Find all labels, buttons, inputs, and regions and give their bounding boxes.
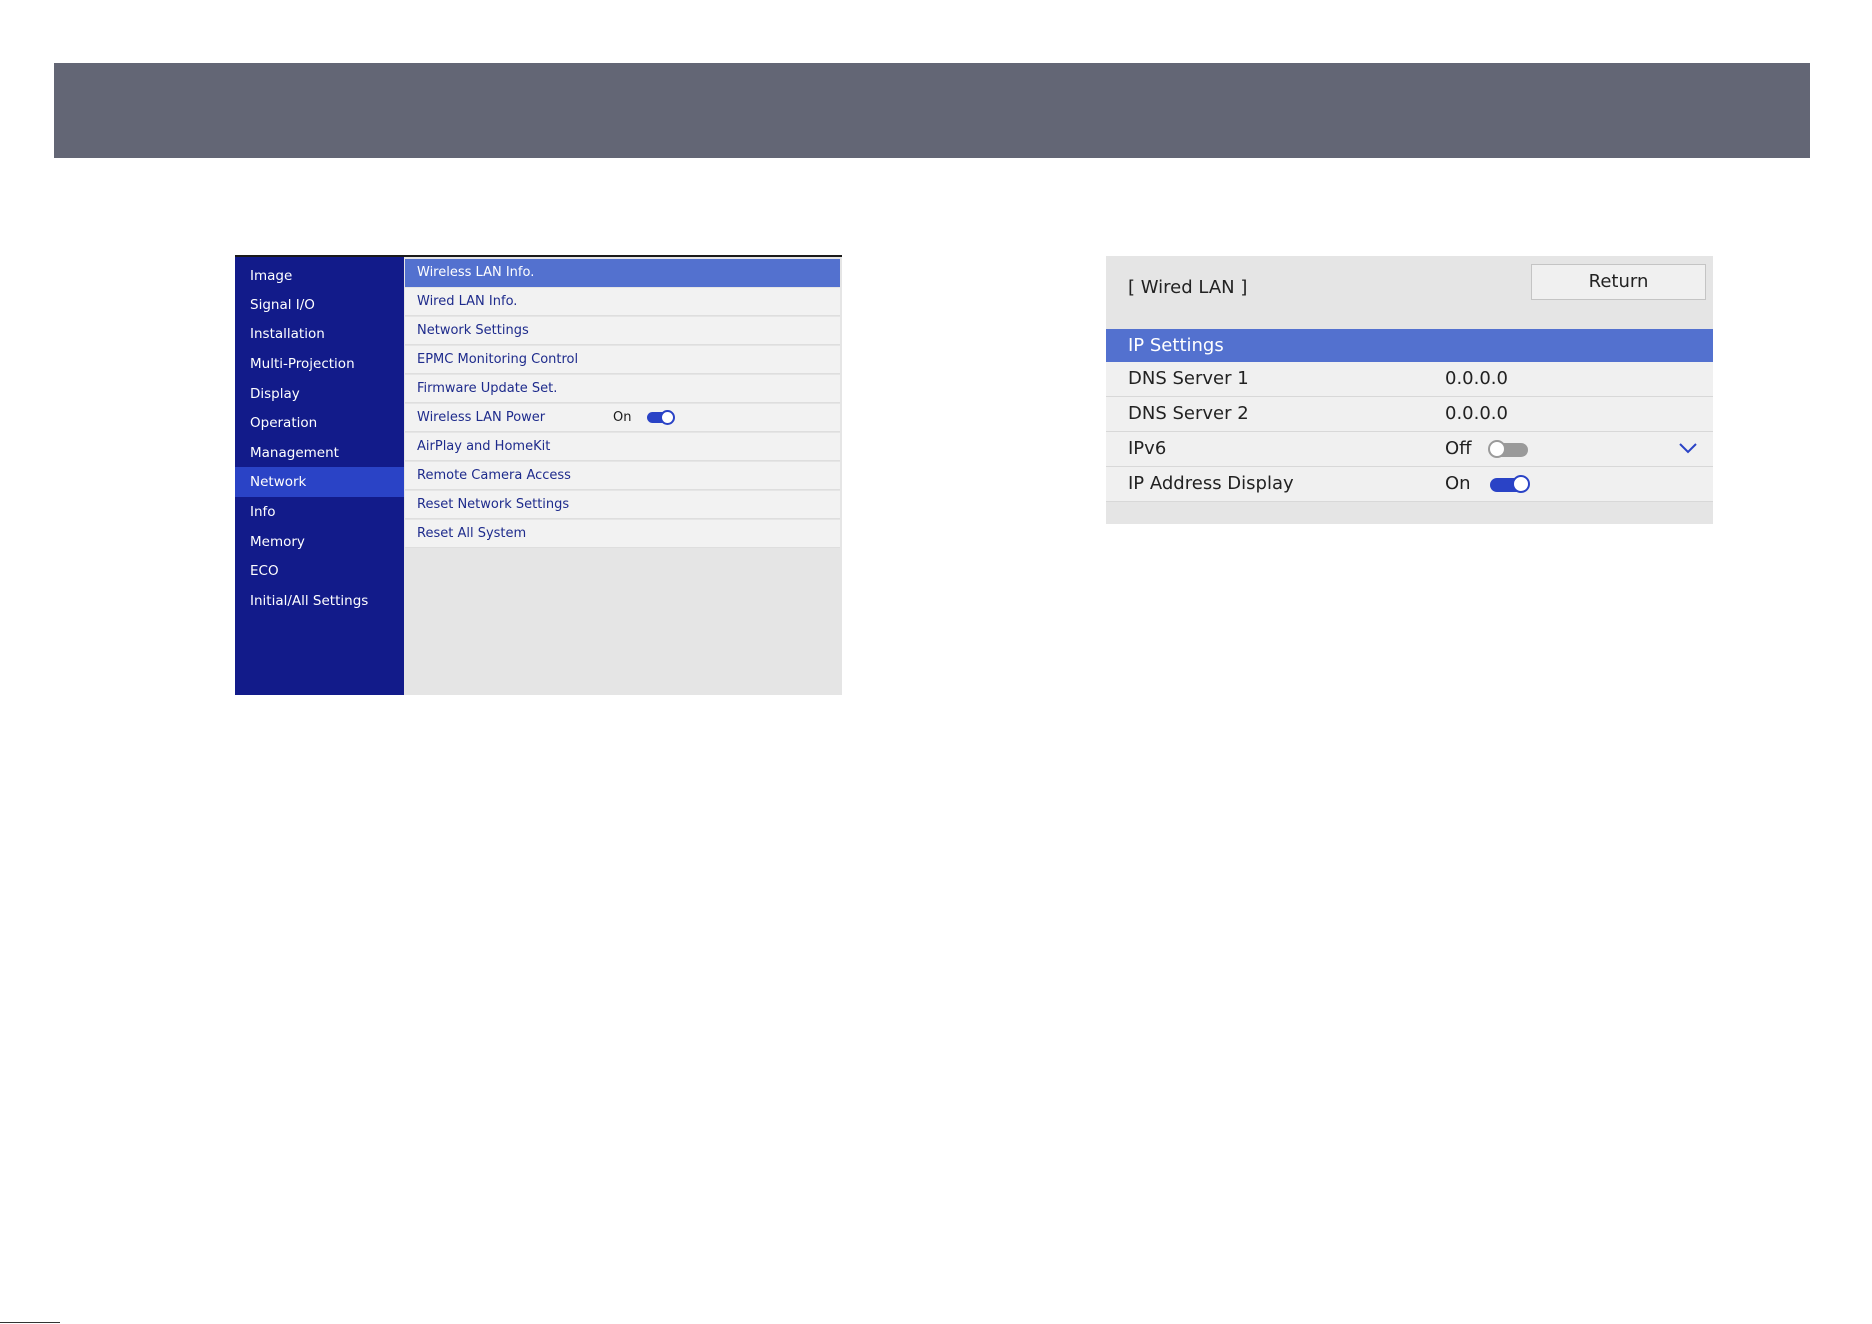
ipv6-toggle[interactable] bbox=[1488, 440, 1528, 458]
menu-item-airplay-and-homekit[interactable]: AirPlay and HomeKit bbox=[405, 433, 840, 461]
menu-item-label: Wireless LAN Info. bbox=[417, 265, 535, 280]
dns-server-1-row[interactable]: DNS Server 1 0.0.0.0 bbox=[1106, 362, 1713, 397]
menu-item-label: EPMC Monitoring Control bbox=[417, 352, 579, 367]
menu-item-label: Firmware Update Set. bbox=[417, 381, 558, 396]
sidebar-item-image[interactable]: Image bbox=[235, 261, 404, 291]
menu-item-epmc-monitoring-control[interactable]: EPMC Monitoring Control bbox=[405, 346, 840, 374]
menu-item-remote-camera-access[interactable]: Remote Camera Access bbox=[405, 462, 840, 490]
panel-title: [ Wired LAN ] bbox=[1128, 277, 1248, 298]
sidebar-item-signal-io[interactable]: Signal I/O bbox=[235, 290, 404, 320]
sidebar-item-display[interactable]: Display bbox=[235, 379, 404, 409]
ipv6-value: Off bbox=[1445, 438, 1472, 459]
menu-item-label: Network Settings bbox=[417, 323, 529, 338]
sidebar-item-memory[interactable]: Memory bbox=[235, 527, 404, 557]
menu-item-wired-lan-info[interactable]: Wired LAN Info. bbox=[405, 288, 840, 316]
toggle-knob bbox=[1488, 440, 1506, 458]
sidebar-item-network[interactable]: Network bbox=[235, 467, 404, 497]
chevron-down-icon[interactable] bbox=[1678, 440, 1698, 456]
row-label: IP Address Display bbox=[1128, 473, 1294, 494]
sidebar-item-initial-all-settings[interactable]: Initial/All Settings bbox=[235, 586, 404, 616]
sidebar-item-info[interactable]: Info bbox=[235, 497, 404, 527]
toggle-knob bbox=[1512, 475, 1530, 493]
row-label: DNS Server 1 bbox=[1128, 368, 1249, 389]
menu-item-label: Remote Camera Access bbox=[417, 468, 571, 483]
dns-server-2-row[interactable]: DNS Server 2 0.0.0.0 bbox=[1106, 397, 1713, 432]
dns-server-1-value: 0.0.0.0 bbox=[1445, 368, 1508, 389]
menu-item-label: Reset Network Settings bbox=[417, 497, 570, 512]
wireless-lan-power-toggle[interactable] bbox=[647, 410, 675, 425]
menu-item-wireless-lan-power[interactable]: Wireless LAN Power On bbox=[405, 404, 840, 432]
menu-sidebar: Image Signal I/O Installation Multi-Proj… bbox=[235, 257, 404, 695]
menu-item-label: Wireless LAN Power bbox=[417, 410, 546, 425]
ip-address-display-toggle[interactable] bbox=[1490, 475, 1530, 493]
ip-address-display-row[interactable]: IP Address Display On bbox=[1106, 467, 1713, 502]
footer-rule bbox=[0, 1322, 60, 1323]
ip-settings-header[interactable]: IP Settings bbox=[1106, 329, 1713, 362]
menu-item-firmware-update-set[interactable]: Firmware Update Set. bbox=[405, 375, 840, 403]
row-label: IPv6 bbox=[1128, 438, 1167, 459]
row-label: DNS Server 2 bbox=[1128, 403, 1249, 424]
menu-item-reset-network-settings[interactable]: Reset Network Settings bbox=[405, 491, 840, 519]
toggle-knob bbox=[660, 410, 675, 425]
wired-lan-panel: [ Wired LAN ] Return IP Settings DNS Ser… bbox=[1106, 256, 1713, 524]
header-band bbox=[54, 63, 1810, 158]
main-menu-panel: Image Signal I/O Installation Multi-Proj… bbox=[235, 255, 842, 695]
sidebar-item-multi-projection[interactable]: Multi-Projection bbox=[235, 349, 404, 379]
menu-item-reset-all-system[interactable]: Reset All System bbox=[405, 520, 840, 548]
sidebar-item-operation[interactable]: Operation bbox=[235, 408, 404, 438]
dns-server-2-value: 0.0.0.0 bbox=[1445, 403, 1508, 424]
sidebar-item-management[interactable]: Management bbox=[235, 438, 404, 468]
menu-item-label: Wired LAN Info. bbox=[417, 294, 518, 309]
menu-item-label: Reset All System bbox=[417, 526, 527, 541]
sidebar-item-eco[interactable]: ECO bbox=[235, 556, 404, 586]
sidebar-item-installation[interactable]: Installation bbox=[235, 319, 404, 349]
return-button[interactable]: Return bbox=[1531, 264, 1706, 300]
ip-address-display-value: On bbox=[1445, 473, 1471, 494]
menu-item-network-settings[interactable]: Network Settings bbox=[405, 317, 840, 345]
menu-item-label: AirPlay and HomeKit bbox=[417, 439, 551, 454]
menu-item-wireless-lan-info[interactable]: Wireless LAN Info. bbox=[405, 259, 840, 287]
ipv6-row[interactable]: IPv6 Off bbox=[1106, 432, 1713, 467]
wireless-lan-power-value: On bbox=[613, 410, 632, 425]
